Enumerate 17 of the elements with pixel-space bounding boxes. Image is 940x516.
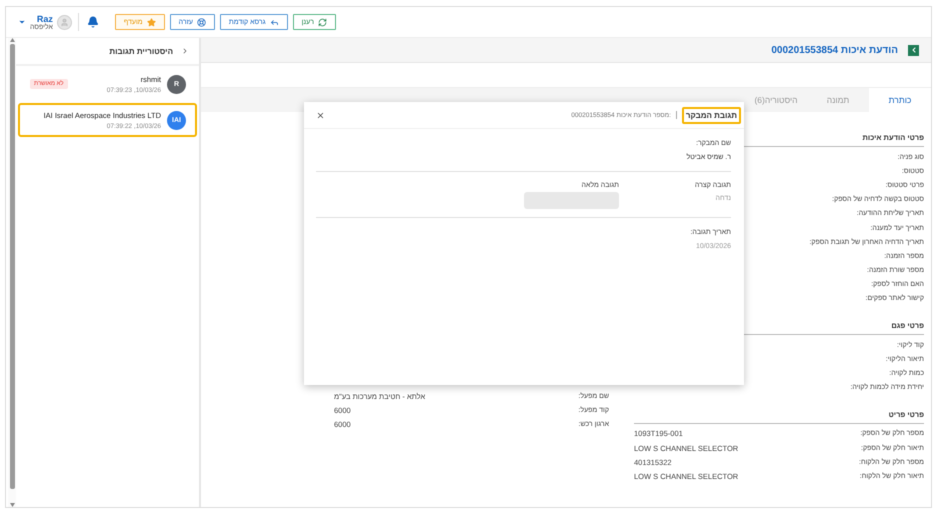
close-button[interactable] xyxy=(316,110,325,120)
user-name: Raz xyxy=(36,14,53,24)
caret-icon[interactable] xyxy=(18,18,26,26)
reply-arrow-icon xyxy=(270,18,279,26)
back-icon[interactable] xyxy=(908,44,919,56)
chevron-icon[interactable] xyxy=(181,47,189,55)
page-title: הודעת איכות 000201553854 xyxy=(771,44,898,56)
scrollbar[interactable] xyxy=(8,38,16,507)
refresh-icon xyxy=(318,18,327,26)
scroll-down-icon[interactable] xyxy=(10,503,14,507)
panel-title: היסטוריית תגובות xyxy=(109,46,173,56)
bell-icon[interactable] xyxy=(86,16,99,28)
star-icon xyxy=(146,18,156,26)
scroll-up-icon[interactable] xyxy=(10,38,14,42)
tab[interactable]: כותרת xyxy=(869,88,931,112)
lifebuoy-icon xyxy=(196,18,206,26)
dialog-title: תגובת המבקר xyxy=(682,106,741,124)
